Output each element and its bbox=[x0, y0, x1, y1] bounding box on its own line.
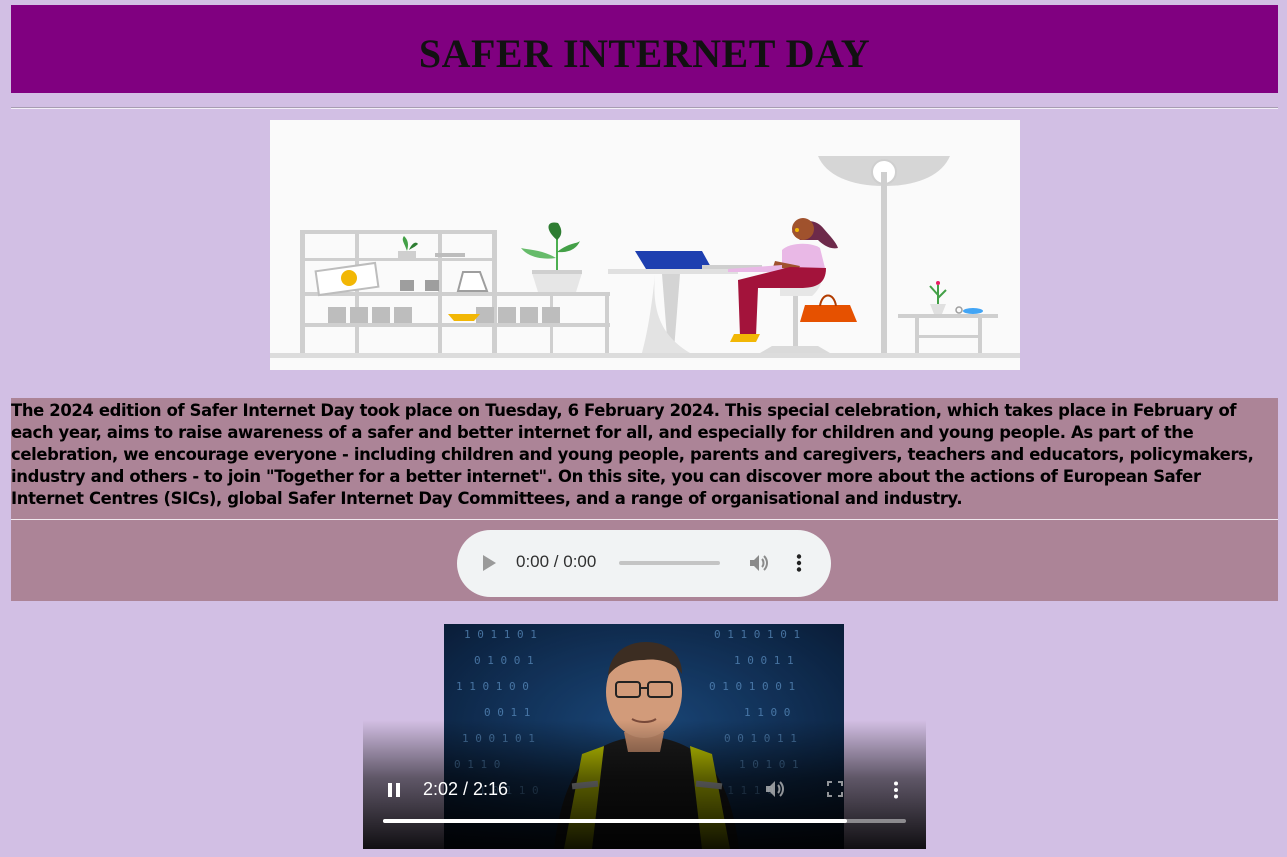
audio-player[interactable]: 0:00 / 0:00 bbox=[457, 530, 831, 597]
volume-icon[interactable] bbox=[748, 553, 770, 573]
mute-icon[interactable] bbox=[764, 779, 786, 799]
page-header: SAFER INTERNET DAY bbox=[11, 5, 1278, 93]
more-options-icon[interactable] bbox=[796, 554, 802, 572]
video-progress-bar[interactable] bbox=[383, 819, 906, 823]
play-icon[interactable] bbox=[483, 555, 496, 571]
audio-section: 0:00 / 0:00 bbox=[11, 520, 1278, 601]
intro-text: The 2024 edition of Safer Internet Day t… bbox=[11, 401, 1254, 508]
video-controls: 2:02 / 2:16 bbox=[363, 720, 926, 849]
pause-icon[interactable] bbox=[387, 782, 401, 798]
audio-time: 0:00 / 0:00 bbox=[516, 552, 597, 571]
audio-progress-bar[interactable] bbox=[619, 561, 720, 565]
more-options-icon[interactable] bbox=[893, 781, 899, 799]
divider bbox=[11, 107, 1278, 109]
video-time: 2:02 / 2:16 bbox=[423, 779, 509, 799]
hero-illustration bbox=[270, 120, 1020, 370]
fullscreen-icon[interactable] bbox=[827, 781, 843, 797]
page-title: SAFER INTERNET DAY bbox=[418, 30, 871, 76]
intro-section: The 2024 edition of Safer Internet Day t… bbox=[11, 398, 1278, 519]
video-progress-fill bbox=[383, 819, 848, 823]
